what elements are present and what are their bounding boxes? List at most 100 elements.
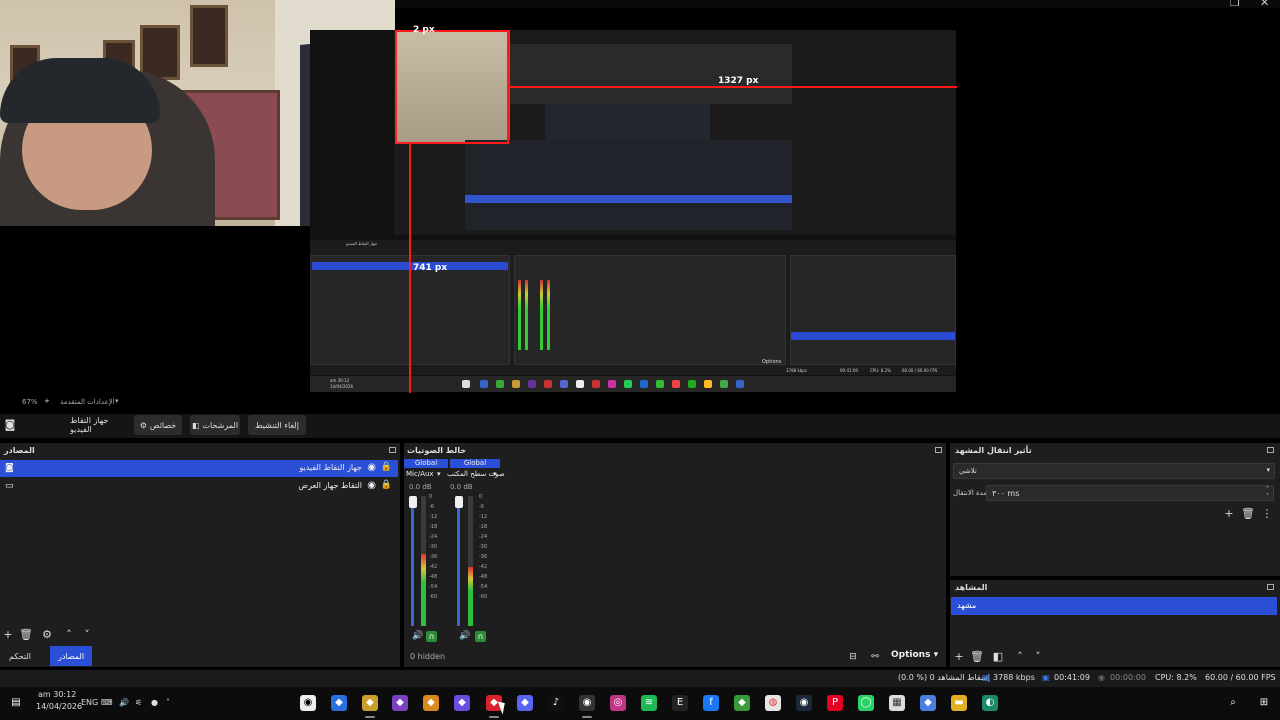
guide-left: [395, 30, 409, 32]
app-icon[interactable]: ◆: [392, 695, 408, 711]
steam-icon[interactable]: ◉: [796, 695, 812, 711]
windows-start-icon[interactable]: ⊞: [1256, 695, 1272, 711]
chevron-down-icon[interactable]: ▾: [437, 470, 441, 478]
chevron-up-icon[interactable]: ˄: [166, 698, 170, 707]
meter-scale-tick: -30: [429, 544, 438, 550]
app-icon[interactable]: ▦: [889, 695, 905, 711]
eye-icon[interactable]: ◉: [367, 462, 376, 473]
nested-taskbar-date: 14/04/2026: [330, 384, 354, 389]
app-icon[interactable]: ◆: [331, 695, 347, 711]
filter-icon[interactable]: ◧: [991, 650, 1005, 664]
chrome-icon[interactable]: ◍: [765, 695, 781, 711]
wall-frame: [190, 5, 228, 67]
eye-icon[interactable]: ◉: [367, 480, 376, 491]
pinterest-icon[interactable]: P: [827, 695, 843, 711]
move-down-icon[interactable]: ˅: [1031, 650, 1045, 664]
filters-button[interactable]: ◧ المرشحات: [190, 415, 240, 435]
meter-scale-tick: -48: [429, 574, 438, 580]
dock-float-icon[interactable]: [935, 447, 942, 453]
mic-icon[interactable]: ●: [151, 698, 158, 707]
obs-icon[interactable]: ◉: [300, 695, 316, 711]
app-icon[interactable]: ◆: [454, 695, 470, 711]
trash-icon[interactable]: 🗑: [970, 650, 984, 664]
scene-item[interactable]: مشهد: [951, 597, 1277, 615]
close-icon[interactable]: ✕: [1260, 0, 1269, 9]
chevron-down-icon: ▾: [1266, 466, 1270, 474]
keyboard-icon[interactable]: ⌨: [101, 698, 113, 707]
volume-fader[interactable]: [411, 496, 414, 626]
guide-bottom: [409, 143, 411, 393]
move-up-icon[interactable]: ˄: [1013, 650, 1027, 664]
tab-sources[interactable]: المصادر: [50, 646, 92, 666]
lock-icon[interactable]: 🔒: [381, 480, 392, 490]
chevron-down-icon[interactable]: ▾: [493, 470, 497, 478]
transition-select[interactable]: تلاشي ▾: [953, 463, 1275, 479]
mixer-db: 0.0 dB: [450, 483, 473, 491]
source-item[interactable]: ◙ جهاز التقاط الفيديو ◉ 🔒: [0, 460, 398, 477]
app-icon[interactable]: ◆: [920, 695, 936, 711]
duration-label: مدة الانتقال: [953, 489, 988, 497]
chevron-down-icon[interactable]: ▾: [115, 397, 119, 405]
zoom-in-icon[interactable]: +: [44, 397, 50, 405]
deactivate-button[interactable]: إلغاء التنشيط: [248, 415, 306, 435]
nested-options-label: Options: [762, 359, 782, 365]
speaker-icon[interactable]: 🔊: [119, 698, 129, 707]
epic-icon[interactable]: E: [672, 695, 688, 711]
mixer-db: 0.0 dB: [409, 483, 432, 491]
source-item[interactable]: ▭ التقاط جهاز العرض ◉ 🔒: [0, 478, 398, 495]
layout-icon[interactable]: ⊟: [846, 650, 860, 664]
move-up-icon[interactable]: ˄: [62, 628, 76, 642]
mixer-title: خالط الصوتيات: [407, 446, 467, 455]
meter-scale-tick: -60: [479, 594, 488, 600]
level-meter: [468, 567, 473, 626]
move-down-icon[interactable]: ˅: [80, 628, 94, 642]
link-icon[interactable]: ⚯: [868, 650, 882, 664]
headphones-icon[interactable]: ∩: [426, 631, 437, 642]
whatsapp-icon[interactable]: ◯: [858, 695, 874, 711]
app-icon[interactable]: ◉: [579, 695, 595, 711]
speaker-icon[interactable]: 🔊: [459, 631, 470, 641]
search-icon[interactable]: ⌕: [1225, 695, 1241, 711]
trash-icon[interactable]: 🗑: [1241, 507, 1255, 521]
source-label: التقاط جهاز العرض: [298, 481, 362, 490]
zoom-level[interactable]: 67%: [22, 398, 38, 406]
tab-controls[interactable]: التحكم: [0, 646, 40, 666]
app-icon[interactable]: ◆: [734, 695, 750, 711]
properties-button[interactable]: ⚙ خصائص: [134, 415, 182, 435]
gear-icon[interactable]: ⚙: [40, 628, 54, 642]
meter-scale-tick: -54: [429, 584, 438, 590]
network-icon[interactable]: ⚟: [135, 698, 142, 707]
trash-icon[interactable]: 🗑: [19, 628, 33, 642]
cpu-usage: CPU: 8.2%: [1155, 673, 1197, 682]
folder-icon[interactable]: ▬: [951, 695, 967, 711]
fader-knob[interactable]: [409, 496, 417, 508]
duration-spinbox[interactable]: ٣٠٠ ms ˄ ˅: [986, 485, 1274, 501]
add-icon[interactable]: +: [952, 650, 966, 664]
more-icon[interactable]: ⋮: [1260, 507, 1274, 521]
meter-scale-tick: -12: [429, 514, 438, 520]
app-icon[interactable]: ◆: [423, 695, 439, 711]
add-icon[interactable]: +: [1222, 507, 1236, 521]
notification-icon[interactable]: ▤: [8, 695, 24, 711]
source-label: جهاز التقاط الفيديو: [299, 463, 362, 472]
app-icon[interactable]: ◆: [362, 695, 378, 711]
edge-icon[interactable]: ◐: [982, 695, 998, 711]
language-indicator[interactable]: ENG: [81, 698, 98, 707]
restore-icon[interactable]: ❐: [1230, 0, 1240, 9]
dock-float-icon[interactable]: [1267, 584, 1274, 590]
headphones-icon[interactable]: ∩: [475, 631, 486, 642]
meter-scale-tick: -6: [429, 504, 434, 510]
lock-icon[interactable]: 🔒: [381, 462, 392, 472]
add-icon[interactable]: +: [1, 628, 15, 642]
volume-fader[interactable]: [457, 496, 460, 626]
tiktok-icon[interactable]: ♪: [548, 695, 564, 711]
mixer-options-button[interactable]: Options ▾: [891, 650, 938, 660]
instagram-icon[interactable]: ◎: [610, 695, 626, 711]
facebook-icon[interactable]: f: [703, 695, 719, 711]
discord-icon[interactable]: ◆: [517, 695, 533, 711]
dock-float-icon[interactable]: [389, 447, 396, 453]
spotify-icon[interactable]: ≋: [641, 695, 657, 711]
speaker-icon[interactable]: 🔊: [412, 631, 423, 641]
dock-float-icon[interactable]: [1267, 447, 1274, 453]
fader-knob[interactable]: [455, 496, 463, 508]
